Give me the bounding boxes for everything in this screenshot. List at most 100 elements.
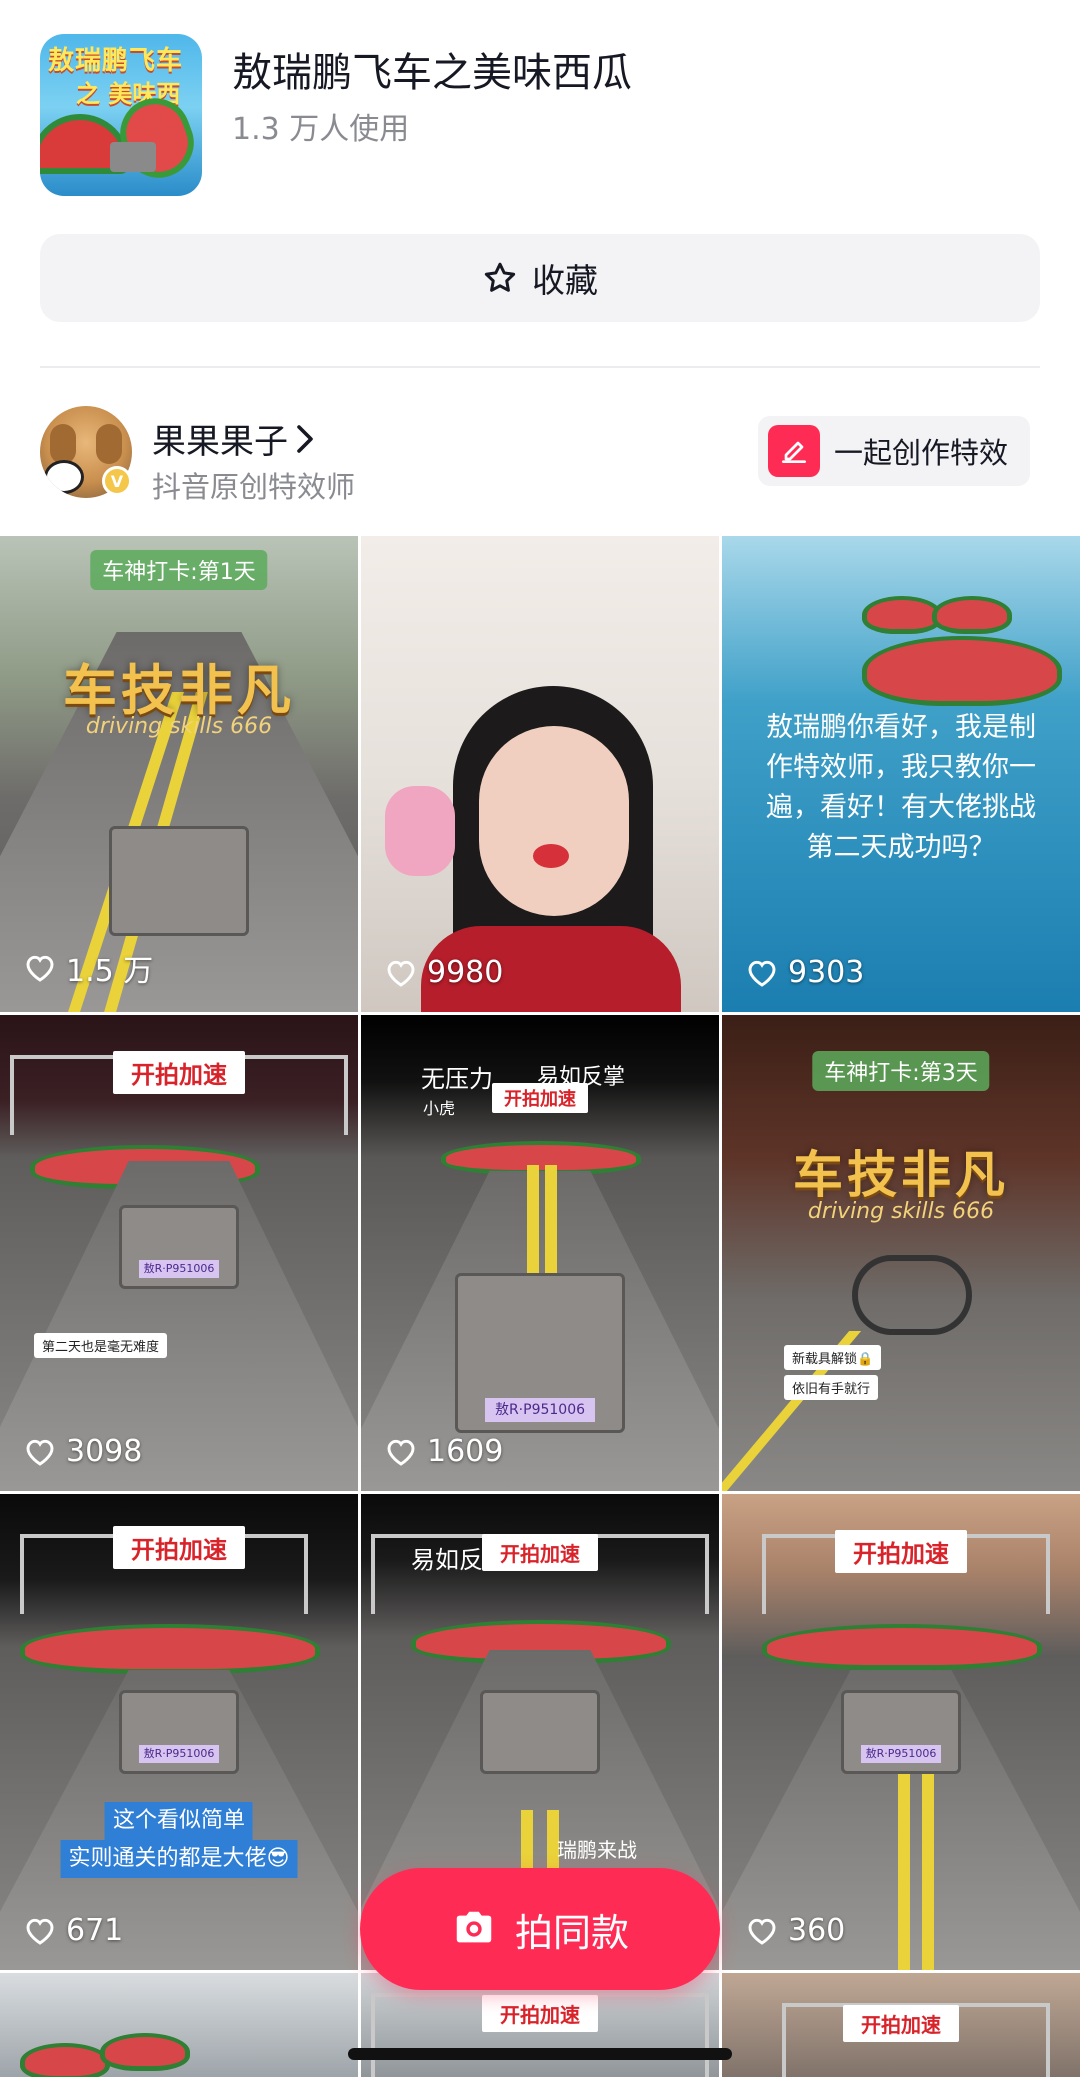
like-count-value: 1.5 万 bbox=[66, 954, 154, 989]
effect-header: 敖瑞鹏飞车 之 美味西瓜 敖瑞鹏飞车之美味西瓜 1.3 万人使用 bbox=[0, 0, 1080, 220]
heart-icon bbox=[26, 955, 54, 982]
heart-icon bbox=[748, 960, 776, 987]
favorite-button[interactable]: 收藏 bbox=[40, 234, 1040, 322]
car-graphic: 敖R·P951006 bbox=[119, 1690, 239, 1774]
home-indicator[interactable] bbox=[348, 2048, 732, 2060]
like-count-value: 671 bbox=[66, 1913, 124, 1948]
video-banner: 开拍加速 bbox=[113, 1051, 245, 1094]
heart-icon bbox=[26, 1439, 54, 1466]
like-count: 1.5 万 bbox=[24, 946, 153, 990]
video-caption: 敖瑞鹏你看好，我是制 作特效师，我只教你一 遍，看好！有大佬挑战 第二天成功吗？ bbox=[766, 708, 1036, 868]
heart-icon bbox=[387, 960, 415, 987]
creator-name: 果果果子 bbox=[152, 422, 288, 462]
watermelon-graphic bbox=[862, 636, 1062, 706]
license-plate: 敖R·P951006 bbox=[139, 1745, 219, 1763]
car-graphic bbox=[109, 826, 249, 936]
watermelon-graphic bbox=[762, 1624, 1042, 1670]
person-face-graphic bbox=[479, 726, 629, 916]
video-banner: 开拍加速 bbox=[113, 1526, 245, 1569]
heart-icon bbox=[748, 1918, 776, 1945]
co-create-effect-button[interactable]: 一起创作特效 bbox=[758, 416, 1030, 486]
effect-usage-count: 1.3 万人使用 bbox=[232, 112, 410, 147]
camera-icon bbox=[456, 1911, 492, 1943]
car-graphic: 敖R·P951006 bbox=[455, 1273, 625, 1433]
video-tile[interactable]: 开拍加速 敖R·P951006 360 bbox=[722, 1494, 1080, 1970]
video-overlay-title: 车技非凡 bbox=[793, 1146, 1009, 1204]
like-count: 3098 bbox=[24, 1434, 142, 1469]
creator-role: 抖音原创特效师 bbox=[152, 470, 356, 504]
watermelon-graphic bbox=[441, 1141, 641, 1175]
video-tile[interactable]: 敖瑞鹏你看好，我是制 作特效师，我只教你一 遍，看好！有大佬挑战 第二天成功吗？… bbox=[722, 536, 1080, 1012]
video-caption: 这个看似简单 实则通关的都是大佬😎 bbox=[60, 1802, 298, 1878]
watermelon-graphic bbox=[20, 1624, 320, 1674]
license-plate: 敖R·P951006 bbox=[861, 1745, 941, 1763]
like-count-value: 360 bbox=[788, 1913, 846, 1948]
creator-name-link[interactable]: 果果果子 bbox=[152, 414, 316, 463]
toy-graphic bbox=[385, 786, 455, 876]
video-tile[interactable]: 开拍加速 敖R·P951006 这个看似简单 实则通关的都是大佬😎 671 bbox=[0, 1494, 358, 1970]
like-count: 671 bbox=[24, 1913, 123, 1948]
video-tile[interactable]: 开拍加速 敖R·P951006 第二天也是毫无难度 3098 bbox=[0, 1015, 358, 1491]
motorcycle-graphic bbox=[852, 1255, 972, 1335]
caption-line: 这个看似简单 bbox=[104, 1802, 253, 1840]
video-tag: 车神打卡:第3天 bbox=[812, 1051, 990, 1091]
video-banner: 开拍加速 bbox=[482, 1995, 598, 2032]
video-overlay-small: 小虎 bbox=[423, 1099, 456, 1118]
caption-line: 作特效师，我只教你一 bbox=[766, 752, 1036, 783]
star-outline-icon bbox=[484, 262, 516, 292]
watermelon-graphic bbox=[100, 2033, 190, 2071]
caption-line: 实则通关的都是大佬😎 bbox=[60, 1840, 298, 1878]
video-tile[interactable]: 无压力 易如反掌 小虎 开拍加速 敖R·P951006 1609 bbox=[361, 1015, 719, 1491]
video-tile[interactable]: 9980 bbox=[361, 536, 719, 1012]
divider bbox=[40, 366, 1040, 368]
video-overlay-subtitle: driving skills 666 bbox=[85, 714, 273, 739]
road-stripe bbox=[922, 1770, 934, 1970]
video-banner: 开拍加速 bbox=[835, 1530, 967, 1573]
caption-line: 敖瑞鹏你看好，我是制 bbox=[766, 712, 1036, 743]
lips-graphic bbox=[533, 844, 569, 868]
like-count: 9980 bbox=[385, 955, 503, 990]
video-sticker-label: 依旧有手就行 bbox=[784, 1375, 879, 1400]
favorite-label: 收藏 bbox=[532, 261, 598, 300]
thumb-title-line1: 敖瑞鹏飞车 bbox=[48, 46, 184, 76]
video-tile[interactable]: 开拍加速 bbox=[722, 1973, 1080, 2077]
watermelon-graphic bbox=[862, 596, 942, 634]
co-create-label: 一起创作特效 bbox=[834, 436, 1009, 470]
road-stripe bbox=[898, 1770, 910, 1970]
video-sticker-label: 第二天也是毫无难度 bbox=[34, 1333, 168, 1358]
pen-icon bbox=[768, 425, 820, 477]
video-overlay-left: 无压力 bbox=[421, 1065, 493, 1093]
watermelon-graphic bbox=[932, 596, 1012, 634]
video-grid: 车神打卡:第1天 车技非凡 driving skills 666 1.5 万 9… bbox=[0, 536, 1080, 2077]
like-count: 1609 bbox=[385, 1434, 503, 1469]
chevron-right-icon bbox=[297, 424, 313, 453]
like-count-value: 1609 bbox=[427, 1434, 504, 1469]
like-count-value: 9303 bbox=[788, 955, 865, 990]
video-tag: 车神打卡:第1天 bbox=[90, 550, 268, 590]
verified-badge-icon: V bbox=[102, 466, 132, 496]
like-count-value: 9980 bbox=[427, 955, 504, 990]
video-banner: 开拍加速 bbox=[492, 1083, 588, 1113]
like-count: 360 bbox=[746, 1913, 845, 1948]
video-caption-small: 瑞鹏来战 bbox=[557, 1838, 637, 1862]
heart-icon bbox=[26, 1918, 54, 1945]
video-sticker-label: 新载具解锁🔒 bbox=[784, 1345, 882, 1370]
shoot-same-button[interactable]: 拍同款 bbox=[360, 1868, 720, 1990]
heart-icon bbox=[387, 1439, 415, 1466]
like-count-value: 3098 bbox=[66, 1434, 143, 1469]
video-tile[interactable] bbox=[0, 1973, 358, 2077]
caption-line: 遍，看好！有大佬挑战 bbox=[766, 792, 1036, 823]
video-banner: 开拍加速 bbox=[482, 1534, 598, 1571]
video-overlay-subtitle: driving skills 666 bbox=[807, 1199, 995, 1224]
avatar-panda-toy bbox=[44, 460, 84, 494]
shoot-same-label: 拍同款 bbox=[514, 1910, 629, 1955]
avatar-dog-ear bbox=[96, 424, 122, 464]
video-tile[interactable]: 车神打卡:第3天 车技非凡 driving skills 666 新载具解锁🔒 … bbox=[722, 1015, 1080, 1491]
car-graphic bbox=[110, 142, 156, 172]
car-graphic: 敖R·P951006 bbox=[119, 1205, 239, 1289]
car-graphic: 敖R·P951006 bbox=[841, 1690, 961, 1774]
avatar-dog-ear bbox=[50, 424, 76, 464]
video-tile[interactable]: 车神打卡:第1天 车技非凡 driving skills 666 1.5 万 bbox=[0, 536, 358, 1012]
car-graphic bbox=[480, 1690, 600, 1774]
effect-thumbnail[interactable]: 敖瑞鹏飞车 之 美味西瓜 bbox=[40, 34, 202, 196]
